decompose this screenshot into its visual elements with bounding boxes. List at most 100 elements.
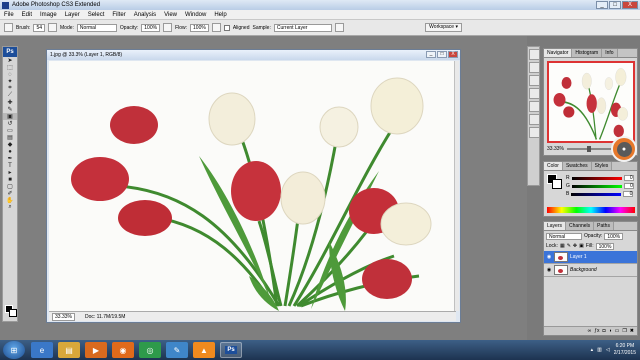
doc-maximize-button[interactable]: □ (437, 51, 447, 58)
move-tool-icon[interactable]: ➤ (3, 57, 17, 64)
crop-tool-icon[interactable]: ⌗ (3, 85, 17, 92)
menu-analysis[interactable]: Analysis (130, 12, 160, 18)
folder-icon[interactable]: ▤ (58, 342, 80, 358)
sample-select[interactable]: Current Layer (273, 23, 332, 32)
healing-brush-tool-icon[interactable]: ✚ (3, 99, 17, 106)
dodge-tool-icon[interactable]: ● (3, 148, 17, 155)
tray-up-arrow-icon[interactable]: ▴ (591, 347, 594, 353)
brush-size-picker[interactable]: 54 (33, 23, 46, 32)
lock-transparent-icon[interactable]: ▦ (560, 243, 565, 249)
pen-tool-icon[interactable]: ✒ (3, 155, 17, 162)
fill-field[interactable]: 100% (595, 242, 615, 250)
eraser-tool-icon[interactable]: ▭ (3, 127, 17, 134)
volume-icon[interactable]: ◁ (606, 347, 610, 353)
brushes-panel-icon[interactable] (529, 49, 540, 60)
channel-b-slider[interactable] (571, 192, 622, 196)
paint-icon[interactable]: ✎ (166, 342, 188, 358)
marquee-tool-icon[interactable]: ⬚ (3, 64, 17, 71)
menu-help[interactable]: Help (210, 12, 230, 18)
tab-histogram[interactable]: Histogram (572, 49, 603, 57)
menu-edit[interactable]: Edit (18, 12, 36, 18)
notes-tool-icon[interactable]: ▢ (3, 183, 17, 190)
minimize-button[interactable]: _ (596, 1, 608, 9)
delete-layer-icon[interactable]: ✖ (630, 328, 634, 334)
background-color-swatch[interactable] (9, 309, 17, 317)
visibility-eye-icon[interactable]: ◉ (546, 254, 552, 260)
ignore-adjustment-layers-icon[interactable] (334, 23, 344, 32)
clone-stamp-tool-icon[interactable] (4, 23, 13, 32)
media-player-icon[interactable]: ▶ (85, 342, 107, 358)
actions-panel-icon[interactable] (529, 88, 540, 99)
menu-window[interactable]: Window (181, 12, 210, 18)
chrome-icon[interactable]: ◎ (139, 342, 161, 358)
paragraph-panel-icon[interactable] (529, 127, 540, 138)
history-panel-icon[interactable] (529, 75, 540, 86)
aligned-checkbox[interactable] (223, 24, 230, 31)
doc-minimize-button[interactable]: _ (426, 51, 436, 58)
document-title-bar[interactable]: 1.jpg @ 33.3% (Layer 1, RGB/8) (47, 50, 460, 60)
tab-info[interactable]: Info (602, 49, 618, 57)
clone-stamp-tool-icon[interactable]: ▣ (3, 113, 17, 120)
tab-styles[interactable]: Styles (591, 162, 613, 170)
layer-style-icon[interactable]: ƒx (594, 328, 599, 334)
photoshop-icon[interactable]: Ps (220, 342, 242, 358)
clock[interactable]: 6:20 PM 2/17/2015 (614, 343, 636, 357)
vlc-icon[interactable]: ▲ (193, 342, 215, 358)
layer-name[interactable]: Layer 1 (570, 254, 587, 260)
slice-tool-icon[interactable]: ⟋ (3, 92, 17, 99)
lock-image-icon[interactable]: ✎ (567, 243, 571, 249)
tool-presets-panel-icon[interactable] (529, 62, 540, 73)
opacity-field[interactable]: 100% (141, 23, 161, 32)
layer-name[interactable]: Background (570, 267, 597, 273)
menu-file[interactable]: File (0, 12, 18, 18)
channel-g-slider[interactable] (571, 184, 622, 188)
zoom-tool-icon[interactable]: ⌕ (3, 204, 17, 211)
layer-row-layer-1[interactable]: ◉ Layer 1 (544, 251, 637, 264)
new-group-icon[interactable]: ▭ (615, 328, 620, 334)
tab-paths[interactable]: Paths (594, 222, 614, 230)
magic-wand-tool-icon[interactable]: ✦ (3, 78, 17, 85)
blur-tool-icon[interactable]: ◆ (3, 141, 17, 148)
tab-channels[interactable]: Channels (566, 222, 595, 230)
mode-select[interactable]: Normal (76, 23, 117, 32)
ie-icon[interactable]: e (31, 342, 53, 358)
menu-image[interactable]: Image (36, 12, 61, 18)
gradient-tool-icon[interactable]: ▤ (3, 134, 17, 141)
airbrush-toggle-icon[interactable] (211, 23, 221, 32)
menu-filter[interactable]: Filter (108, 12, 129, 18)
close-button[interactable]: X (622, 1, 638, 9)
menu-select[interactable]: Select (84, 12, 109, 18)
character-panel-icon[interactable] (529, 114, 540, 125)
adjustment-layer-icon[interactable]: ◑ (609, 328, 612, 334)
hand-tool-icon[interactable]: ✋ (3, 197, 17, 204)
color-spectrum-bar[interactable] (547, 207, 635, 213)
channel-r-slider[interactable] (571, 176, 622, 180)
navigator-thumbnail[interactable] (547, 61, 635, 143)
type-tool-icon[interactable]: T (3, 162, 17, 169)
menu-layer[interactable]: Layer (61, 12, 84, 18)
maximize-button[interactable]: □ (609, 1, 621, 9)
new-layer-icon[interactable]: ❐ (622, 328, 626, 334)
airbrush-icon[interactable] (163, 23, 173, 32)
image-canvas[interactable] (49, 61, 456, 311)
lock-position-icon[interactable]: ✥ (573, 243, 577, 249)
history-brush-tool-icon[interactable]: ↺ (3, 120, 17, 127)
menu-view[interactable]: View (160, 12, 181, 18)
channel-r-value[interactable]: 0 (623, 175, 634, 181)
camera-overlay-button[interactable]: ● (611, 136, 637, 162)
navigator-zoom-knob[interactable] (587, 146, 592, 152)
eyedropper-tool-icon[interactable]: ✐ (3, 190, 17, 197)
layer-mask-icon[interactable]: ◘ (603, 328, 606, 334)
network-icon[interactable]: ▥ (597, 347, 602, 353)
channel-b-value[interactable]: 0 (623, 191, 634, 197)
layer-row-background[interactable]: ◉ Background (544, 264, 637, 277)
path-selection-tool-icon[interactable]: ▸ (3, 169, 17, 176)
doc-close-button[interactable]: X (448, 51, 458, 58)
vertical-scrollbar[interactable] (454, 61, 459, 311)
document-info[interactable]: Doc: 11.7M/19.5M (85, 314, 125, 320)
shape-tool-icon[interactable]: ■ (3, 176, 17, 183)
color-background-swatch[interactable] (552, 179, 562, 189)
layer-opacity-field[interactable]: 100% (604, 232, 624, 240)
link-layers-icon[interactable]: ∞ (588, 328, 592, 334)
clone-source-panel-icon[interactable] (529, 101, 540, 112)
